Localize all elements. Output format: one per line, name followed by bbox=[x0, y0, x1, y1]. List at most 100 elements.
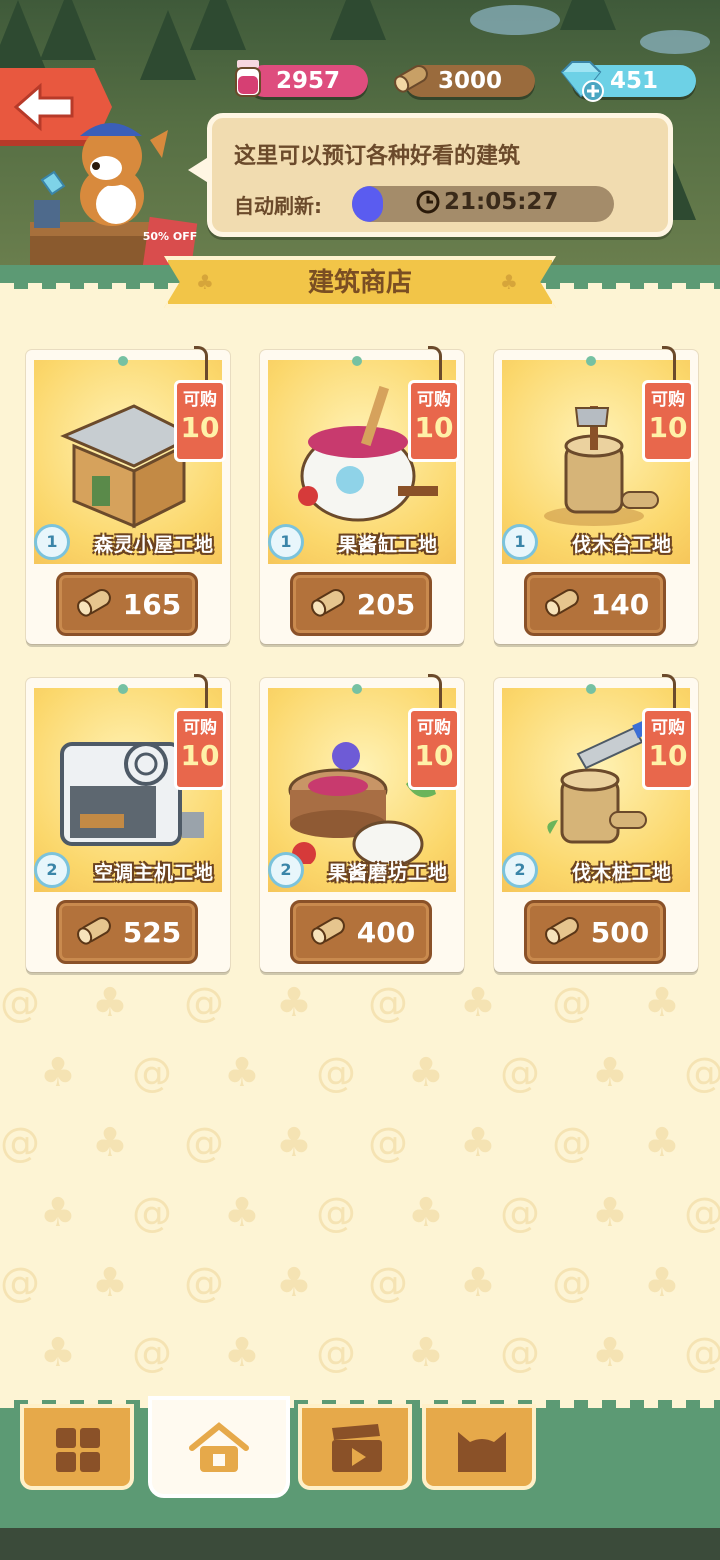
refresh-label: 自动刷新: bbox=[234, 194, 322, 218]
pattern-glyph: ♣ bbox=[460, 980, 496, 1026]
shop-item-card[interactable]: 可购 10 1 森灵小屋工地 165 bbox=[26, 346, 230, 644]
shop-title: 建筑商店 bbox=[307, 268, 412, 298]
timer-progress-fill bbox=[352, 186, 384, 222]
jam-counter: 2957 bbox=[248, 65, 368, 97]
refresh-timer-bar: 21:05:27 bbox=[352, 186, 614, 222]
price-label: 205 bbox=[356, 587, 416, 621]
jam-jar-icon bbox=[235, 60, 261, 97]
pattern-glyph: @ bbox=[316, 1190, 356, 1236]
pattern-glyph: @ bbox=[184, 1260, 224, 1306]
stock-count: 10 bbox=[648, 411, 688, 444]
item-name: 空调主机工地 bbox=[93, 862, 214, 884]
pattern-glyph: @ bbox=[316, 1050, 356, 1096]
stock-label: 可购 bbox=[417, 718, 451, 738]
pattern-glyph: @ bbox=[500, 1190, 540, 1236]
background-pattern: @ ♣ @ ♣ @ ♣ @ ♣ ♣ @ ♣ @ ♣ @ ♣ @ @ ♣ @ ♣ @ ♣ @ ♣ ♣ @ ♣ @ ♣ @ ♣ @ @ ♣ @ ♣ @ ♣ @ ♣… bbox=[0, 980, 720, 1400]
tag-hook bbox=[662, 674, 676, 710]
item-name: 伐木桩工地 bbox=[571, 862, 672, 884]
card-pin bbox=[118, 356, 128, 366]
wood-log-icon bbox=[394, 65, 428, 93]
stock-count: 10 bbox=[414, 739, 454, 772]
price-label: 400 bbox=[356, 915, 416, 949]
pattern-glyph: ♣ bbox=[224, 1050, 260, 1096]
pattern-glyph: ♣ bbox=[644, 1120, 680, 1166]
card-pin bbox=[352, 684, 362, 694]
stock-label: 可购 bbox=[183, 718, 217, 738]
card-pin bbox=[586, 356, 596, 366]
shop-item-card[interactable]: 可购 10 2 空调主机工地 525 bbox=[26, 674, 230, 972]
pattern-glyph: ♣ bbox=[408, 1190, 444, 1236]
pattern-glyph: @ bbox=[0, 980, 40, 1026]
buy-button[interactable]: 500 bbox=[524, 900, 666, 964]
pattern-glyph: ♣ bbox=[92, 1120, 128, 1166]
buy-button[interactable]: 140 bbox=[524, 572, 666, 636]
buy-button[interactable]: 525 bbox=[56, 900, 198, 964]
refresh-timer: 21:05:27 bbox=[444, 189, 559, 215]
pattern-glyph: ♣ bbox=[276, 980, 312, 1026]
pattern-glyph: @ bbox=[684, 1190, 720, 1236]
pattern-glyph: @ bbox=[368, 1260, 408, 1306]
pattern-glyph: ♣ bbox=[408, 1050, 444, 1096]
shop-item-card[interactable]: 可购 10 2 伐木桩工地 500 bbox=[494, 674, 698, 972]
wood-log-icon bbox=[307, 910, 351, 954]
grid-icon bbox=[56, 1428, 100, 1472]
pattern-glyph: @ bbox=[132, 1050, 172, 1096]
nav-video-button[interactable] bbox=[298, 1404, 412, 1490]
pattern-glyph: @ bbox=[132, 1330, 172, 1376]
nav-grid-button[interactable] bbox=[20, 1404, 134, 1490]
stock-label: 可购 bbox=[417, 390, 451, 410]
nav-home-button[interactable] bbox=[148, 1396, 290, 1498]
stock-count: 10 bbox=[414, 411, 454, 444]
pattern-glyph: ♣ bbox=[644, 1260, 680, 1306]
tag-hook bbox=[662, 346, 676, 382]
shop-item-card[interactable]: 可购 10 1 果酱缸工地 205 bbox=[260, 346, 464, 644]
tag-hook bbox=[428, 346, 442, 382]
nav-cat-button[interactable] bbox=[422, 1404, 536, 1490]
pattern-glyph: @ bbox=[184, 1120, 224, 1166]
pattern-glyph: ♣ bbox=[592, 1330, 628, 1376]
pattern-glyph: @ bbox=[0, 1120, 40, 1166]
pattern-glyph: ♣ bbox=[460, 1120, 496, 1166]
stock-tag: 可购 10 bbox=[408, 708, 460, 790]
item-name: 伐木台工地 bbox=[571, 534, 672, 556]
shopkeeper-dog: 50% OFF bbox=[30, 123, 197, 275]
pattern-glyph: @ bbox=[316, 1330, 356, 1376]
pattern-glyph: @ bbox=[500, 1050, 540, 1096]
clock-icon bbox=[416, 190, 440, 214]
stock-count: 10 bbox=[648, 739, 688, 772]
shop-item-card[interactable]: 可购 10 1 伐木台工地 140 bbox=[494, 346, 698, 644]
info-bubble: 这里可以预订各种好看的建筑 自动刷新: 21:05:27 bbox=[188, 113, 673, 237]
pattern-glyph: ♣ bbox=[40, 1190, 76, 1236]
stock-label: 可购 bbox=[651, 718, 685, 738]
pattern-glyph: ♣ bbox=[592, 1190, 628, 1236]
wood-log-icon bbox=[541, 910, 585, 954]
pattern-glyph: @ bbox=[368, 980, 408, 1026]
stock-tag: 可购 10 bbox=[174, 708, 226, 790]
item-name: 森灵小屋工地 bbox=[93, 534, 214, 556]
pattern-glyph: ♣ bbox=[276, 1260, 312, 1306]
pattern-glyph: @ bbox=[552, 1120, 592, 1166]
buy-button[interactable]: 205 bbox=[290, 572, 432, 636]
stock-label: 可购 bbox=[183, 390, 217, 410]
system-bar bbox=[0, 1528, 720, 1560]
pattern-glyph: ♣ bbox=[92, 980, 128, 1026]
stock-count: 10 bbox=[180, 739, 220, 772]
card-pin bbox=[352, 356, 362, 366]
cat-icon bbox=[458, 1432, 506, 1472]
price-label: 165 bbox=[122, 587, 182, 621]
price-label: 140 bbox=[590, 587, 650, 621]
home-icon bbox=[189, 1422, 249, 1472]
buy-button[interactable]: 165 bbox=[56, 572, 198, 636]
pattern-glyph: ♣ bbox=[40, 1330, 76, 1376]
info-text: 这里可以预订各种好看的建筑 bbox=[234, 144, 521, 169]
wood-log-icon bbox=[541, 582, 585, 626]
buy-button[interactable]: 400 bbox=[290, 900, 432, 964]
pattern-glyph: @ bbox=[184, 980, 224, 1026]
wood-log-icon bbox=[307, 582, 351, 626]
pattern-glyph: ♣ bbox=[40, 1050, 76, 1096]
pattern-glyph: @ bbox=[552, 980, 592, 1026]
add-gems-button[interactable] bbox=[582, 80, 604, 102]
tag-hook bbox=[428, 674, 442, 710]
stock-tag: 可购 10 bbox=[642, 380, 694, 462]
shop-item-card[interactable]: 可购 10 2 果酱磨坊工地 400 bbox=[260, 674, 464, 972]
